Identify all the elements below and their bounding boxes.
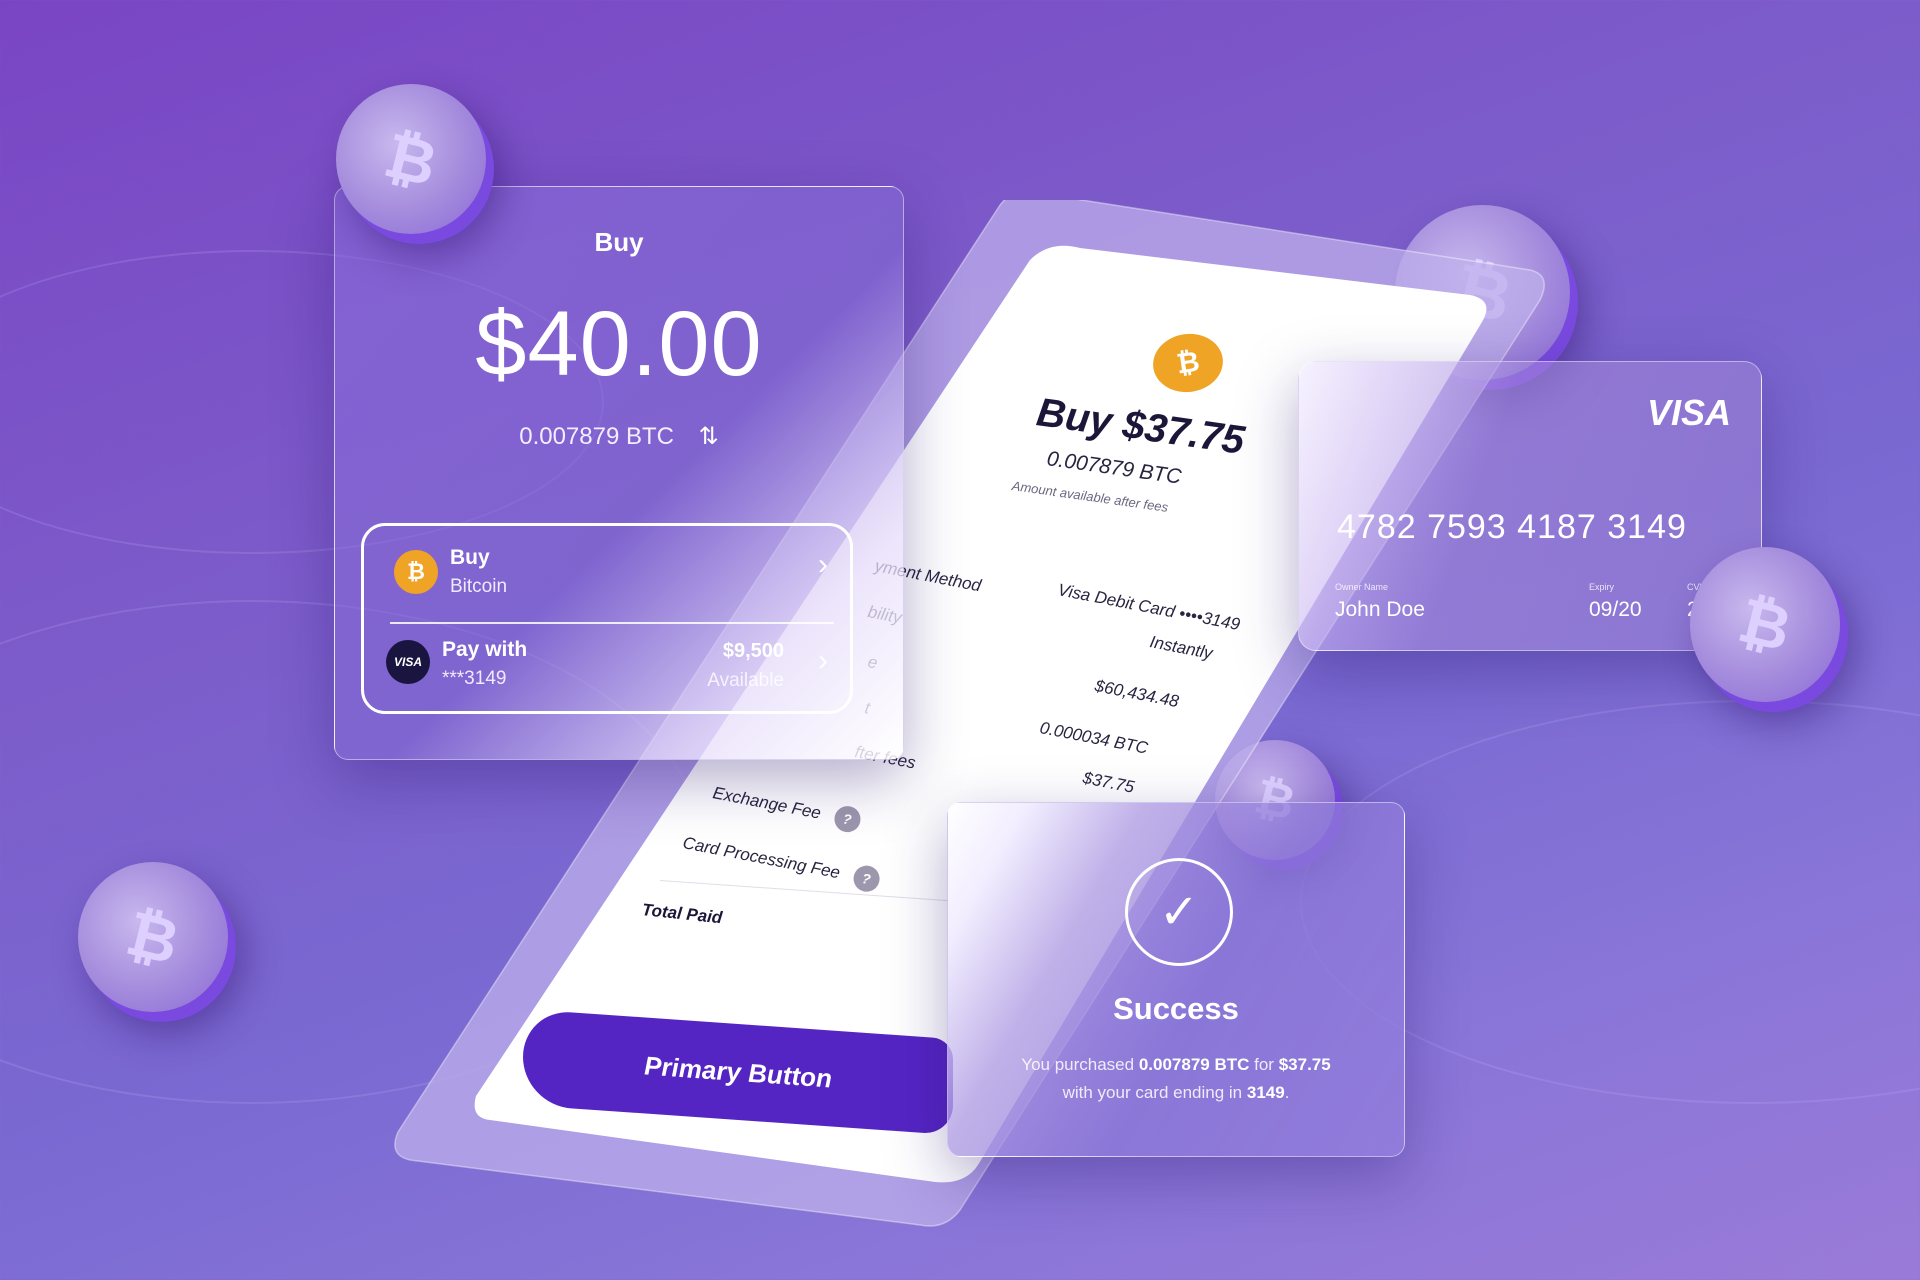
option-sublabel: ***3149 [442,668,507,689]
chevron-right-icon: › [818,644,828,677]
success-title: Success [1113,991,1239,1026]
owner-name-label: Owner Name [1335,582,1389,592]
message-usd: $37.75 [1278,1055,1331,1074]
card-number: 4782 7593 4187 3149 [1337,508,1687,546]
buy-bitcoin-option[interactable]: ₿ Buy Bitcoin › [364,526,850,618]
option-label: Buy [450,546,490,569]
bitcoin-coin: ₿ [78,862,228,1012]
expiry-label: Expiry [1589,582,1615,592]
option-sublabel: Bitcoin [450,576,508,597]
expiry-value: 09/20 [1589,598,1642,621]
buy-options-box: ₿ Buy Bitcoin › VISA Pay with ***3149 $9… [361,523,853,714]
chevron-right-icon: › [818,548,828,581]
buy-panel: Buy $40.00 0.007879 BTC ⇅ ₿ Buy Bitcoin … [334,186,904,760]
buy-amount[interactable]: $40.00 [335,292,903,397]
bitcoin-coin: ₿ [1690,547,1840,702]
message-card: 3149 [1246,1083,1285,1102]
available-balance: $9,500 [722,640,784,662]
swap-arrows-icon[interactable]: ⇅ [699,422,719,451]
owner-name: John Doe [1335,598,1425,621]
bitcoin-icon: ₿ [394,550,438,594]
message-text: You purchased [1021,1055,1139,1074]
btc-amount-row: 0.007879 BTC ⇅ [335,422,903,451]
message-btc: 0.007879 BTC [1138,1055,1250,1074]
btc-amount: 0.007879 BTC [519,423,674,450]
help-icon[interactable]: ? [851,863,882,894]
message-text: for [1249,1055,1279,1074]
visa-logo: VISA [1646,392,1731,433]
help-icon[interactable]: ? [831,803,863,835]
success-panel: ✓ Success You purchased 0.007879 BTC for… [947,802,1405,1157]
message-text: . [1284,1083,1290,1102]
success-message: You purchased 0.007879 BTC for $37.75 wi… [948,1051,1404,1107]
pay-with-option[interactable]: VISA Pay with ***3149 $9,500 Available › [364,622,850,714]
available-label: Available [707,670,784,691]
bitcoin-coin: ₿ [336,84,486,234]
option-label: Pay with [442,638,528,661]
message-text: with your card ending in [1062,1083,1247,1102]
visa-icon: VISA [386,640,430,684]
checkmark-icon: ✓ [1125,858,1233,966]
